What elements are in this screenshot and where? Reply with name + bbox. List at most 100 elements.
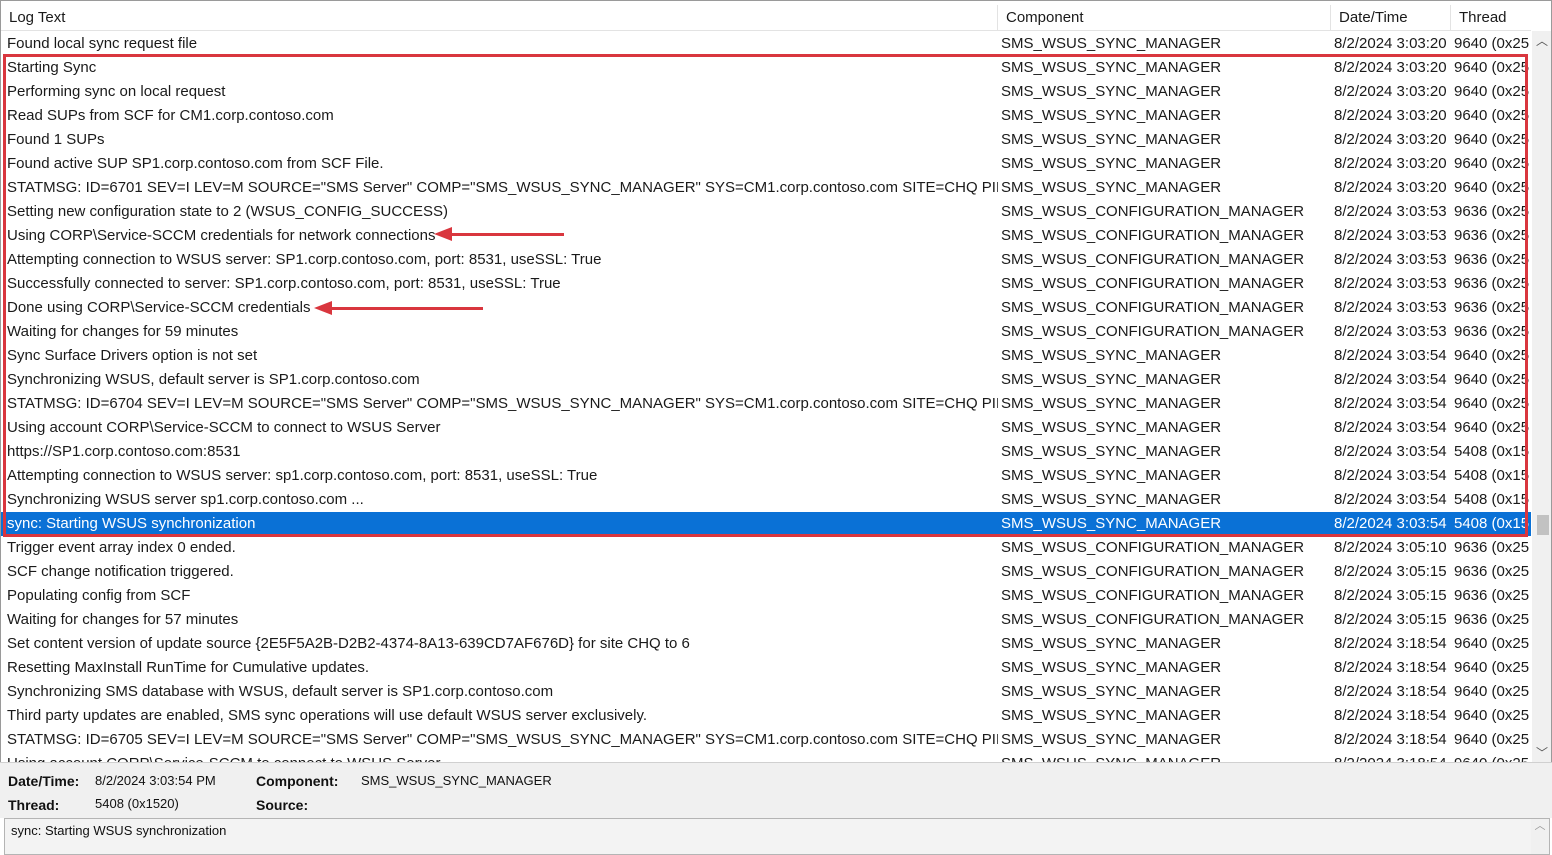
thread-cell: 9636 (0x25 [1454,251,1530,268]
log-text-cell: STATMSG: ID=6705 SEV=I LEV=M SOURCE="SMS… [7,731,998,748]
thread-cell: 9636 (0x25 [1454,227,1530,244]
datetime-cell: 8/2/2024 3:03:20 [1334,59,1447,76]
datetime-cell: 8/2/2024 3:03:54 [1334,395,1447,412]
column-header-datetime[interactable]: Date/Time [1331,5,1451,31]
thread-cell: 9640 (0x25 [1454,59,1530,76]
datetime-cell: 8/2/2024 3:03:20 [1334,107,1447,124]
datetime-cell: 8/2/2024 3:03:54 [1334,371,1447,388]
log-row[interactable]: Found 1 SUPs SMS_WSUS_SYNC_MANAGER 8/2/202… [1,128,1531,152]
log-text-cell: https://SP1.corp.contoso.com:8531 [7,443,241,460]
log-row[interactable]: Done using CORP\Service-SCCM credentials… [1,296,1531,320]
datetime-cell: 8/2/2024 3:18:54 [1334,683,1447,700]
log-text-cell: Waiting for changes for 59 minutes [7,323,239,340]
log-text-cell: Using account CORP\Service-SCCM to conne… [7,419,441,436]
thread-cell: 5408 (0x15 [1454,467,1530,484]
log-row[interactable]: Populating config from SCF SMS_WSUS_CONFI… [1,584,1531,608]
datetime-cell: 8/2/2024 3:03:53 [1334,323,1447,340]
component-cell: SMS_WSUS_SYNC_MANAGER [1001,707,1222,724]
log-text-cell: Found active SUP SP1.corp.contoso.com fr… [7,155,384,172]
component-cell: SMS_WSUS_SYNC_MANAGER [1001,467,1222,484]
datetime-cell: 8/2/2024 3:05:15 [1334,611,1447,628]
log-text-cell: Read SUPs from SCF for CM1.corp.contoso.… [7,107,334,124]
log-row[interactable]: Waiting for changes for 57 minutes SMS_WS… [1,608,1531,632]
log-row[interactable]: Found local sync request file SMS_WSUS_SY… [1,32,1531,56]
log-text-cell: Trigger event array index 0 ended. [7,539,236,556]
log-text-cell: Synchronizing WSUS server sp1.corp.conto… [7,491,364,508]
log-row[interactable]: STATMSG: ID=6701 SEV=I LEV=M SOURCE="SMS… [1,176,1531,200]
datetime-cell: 8/2/2024 3:03:20 [1334,179,1447,196]
log-row[interactable]: https://SP1.corp.contoso.com:8531 SMS_WSU… [1,440,1531,464]
details-pane: Date/Time: 8/2/2024 3:03:54 PM Component… [0,762,1552,818]
log-row[interactable]: Resetting MaxInstall RunTime for Cumulat… [1,656,1531,680]
component-cell: SMS_WSUS_CONFIGURATION_MANAGER [1001,611,1305,628]
thread-cell: 9636 (0x25 [1454,539,1530,556]
log-rows: Found local sync request file SMS_WSUS_SY… [1,32,1531,762]
log-row[interactable]: Third party updates are enabled, SMS syn… [1,704,1531,728]
datetime-cell: 8/2/2024 3:03:54 [1334,491,1447,508]
log-row[interactable]: STATMSG: ID=6704 SEV=I LEV=M SOURCE="SMS… [1,392,1531,416]
datetime-cell: 8/2/2024 3:03:20 [1334,83,1447,100]
log-text-cell: Synchronizing SMS database with WSUS, de… [7,683,554,700]
log-row[interactable]: Waiting for changes for 59 minutes SMS_WS… [1,320,1531,344]
log-text-cell: Attempting connection to WSUS server: sp… [7,467,598,484]
source-label: Source: [256,797,309,813]
log-row[interactable]: SCF change notification triggered. SMS_WS… [1,560,1531,584]
log-row[interactable]: Using CORP\Service-SCCM credentials for … [1,224,1531,248]
vertical-scrollbar[interactable]: ︿ ﹀ [1532,31,1551,762]
thread-cell: 5408 (0x15 [1454,491,1530,508]
log-text-cell: Setting new configuration state to 2 (WS… [7,203,449,220]
datetime-cell: 8/2/2024 3:03:20 [1334,35,1447,52]
message-text: sync: Starting WSUS synchronization [11,823,227,838]
column-header-thread[interactable]: Thread [1451,5,1531,31]
log-row[interactable]: Synchronizing WSUS server sp1.corp.conto… [1,488,1531,512]
component-cell: SMS_WSUS_CONFIGURATION_MANAGER [1001,299,1305,316]
component-label: Component: [256,773,339,789]
scroll-up-arrow-icon[interactable]: ︿ [1532,31,1551,51]
thread-cell: 5408 (0x15 [1454,443,1530,460]
log-row[interactable]: STATMSG: ID=6705 SEV=I LEV=M SOURCE="SMS… [1,728,1531,752]
log-row[interactable]: Attempting connection to WSUS server: sp… [1,464,1531,488]
column-header-log-text[interactable]: Log Text [1,5,998,31]
datetime-cell: 8/2/2024 3:03:54 [1334,467,1447,484]
log-row[interactable]: Setting new configuration state to 2 (WS… [1,200,1531,224]
datetime-cell: 8/2/2024 3:18:54 [1334,707,1447,724]
log-text-cell: Using CORP\Service-SCCM credentials for … [7,227,436,244]
log-row-selected[interactable]: sync: Starting WSUS synchronization SMS_W… [1,512,1531,536]
component-cell: SMS_WSUS_SYNC_MANAGER [1001,35,1222,52]
log-row[interactable]: Successfully connected to server: SP1.co… [1,272,1531,296]
log-text-cell: Successfully connected to server: SP1.co… [7,275,561,292]
thread-cell: 9640 (0x25 [1454,635,1530,652]
thread-cell: 9640 (0x25 [1454,107,1530,124]
log-text-cell: Resetting MaxInstall RunTime for Cumulat… [7,659,370,676]
component-cell: SMS_WSUS_SYNC_MANAGER [1001,419,1222,436]
column-header-component[interactable]: Component [998,5,1331,31]
log-row[interactable]: Synchronizing WSUS, default server is SP… [1,368,1531,392]
thread-cell: 9636 (0x25 [1454,611,1530,628]
component-cell: SMS_WSUS_SYNC_MANAGER [1001,83,1222,100]
log-row[interactable]: Found active SUP SP1.corp.contoso.com fr… [1,152,1531,176]
log-row[interactable]: Starting Sync SMS_WSUS_SYNC_MANAGER 8/2/20… [1,56,1531,80]
log-row[interactable]: Trigger event array index 0 ended. SMS_WS… [1,536,1531,560]
log-text-cell: Using account CORP\Service-SCCM to conne… [1,752,998,762]
datetime-cell: 8/2/2024 3:03:54 [1334,515,1447,532]
thread-cell: 9640 (0x25 [1454,347,1530,364]
log-text-cell: Set content version of update source {2E… [7,635,690,652]
log-row[interactable]: Using account CORP\Service-SCCM to conne… [1,752,1531,762]
log-row[interactable]: Set content version of update source {2E… [1,632,1531,656]
message-scroll-up-icon[interactable]: ︿ [1531,819,1549,854]
thread-cell: 9640 (0x25 [1454,131,1530,148]
log-row[interactable]: Sync Surface Drivers option is not set SM… [1,344,1531,368]
log-viewer-window: Log Text Component Date/Time Thread Foun… [0,0,1552,855]
log-list[interactable]: Log Text Component Date/Time Thread Foun… [0,0,1552,762]
message-textbox[interactable]: sync: Starting WSUS synchronization ︿ [4,818,1550,855]
log-row[interactable]: Read SUPs from SCF for CM1.corp.contoso.… [1,104,1531,128]
column-header: Log Text Component Date/Time Thread [1,5,1531,31]
scrollbar-thumb[interactable] [1537,515,1549,535]
log-row[interactable]: Synchronizing SMS database with WSUS, de… [1,680,1531,704]
log-row[interactable]: Using account CORP\Service-SCCM to conne… [1,416,1531,440]
log-row[interactable]: Performing sync on local request SMS_WSUS… [1,80,1531,104]
scroll-down-arrow-icon[interactable]: ﹀ [1532,743,1551,762]
datetime-cell: 8/2/2024 3:03:54 [1334,419,1447,436]
component-cell: SMS_WSUS_CONFIGURATION_MANAGER [1001,203,1305,220]
log-row[interactable]: Attempting connection to WSUS server: SP… [1,248,1531,272]
